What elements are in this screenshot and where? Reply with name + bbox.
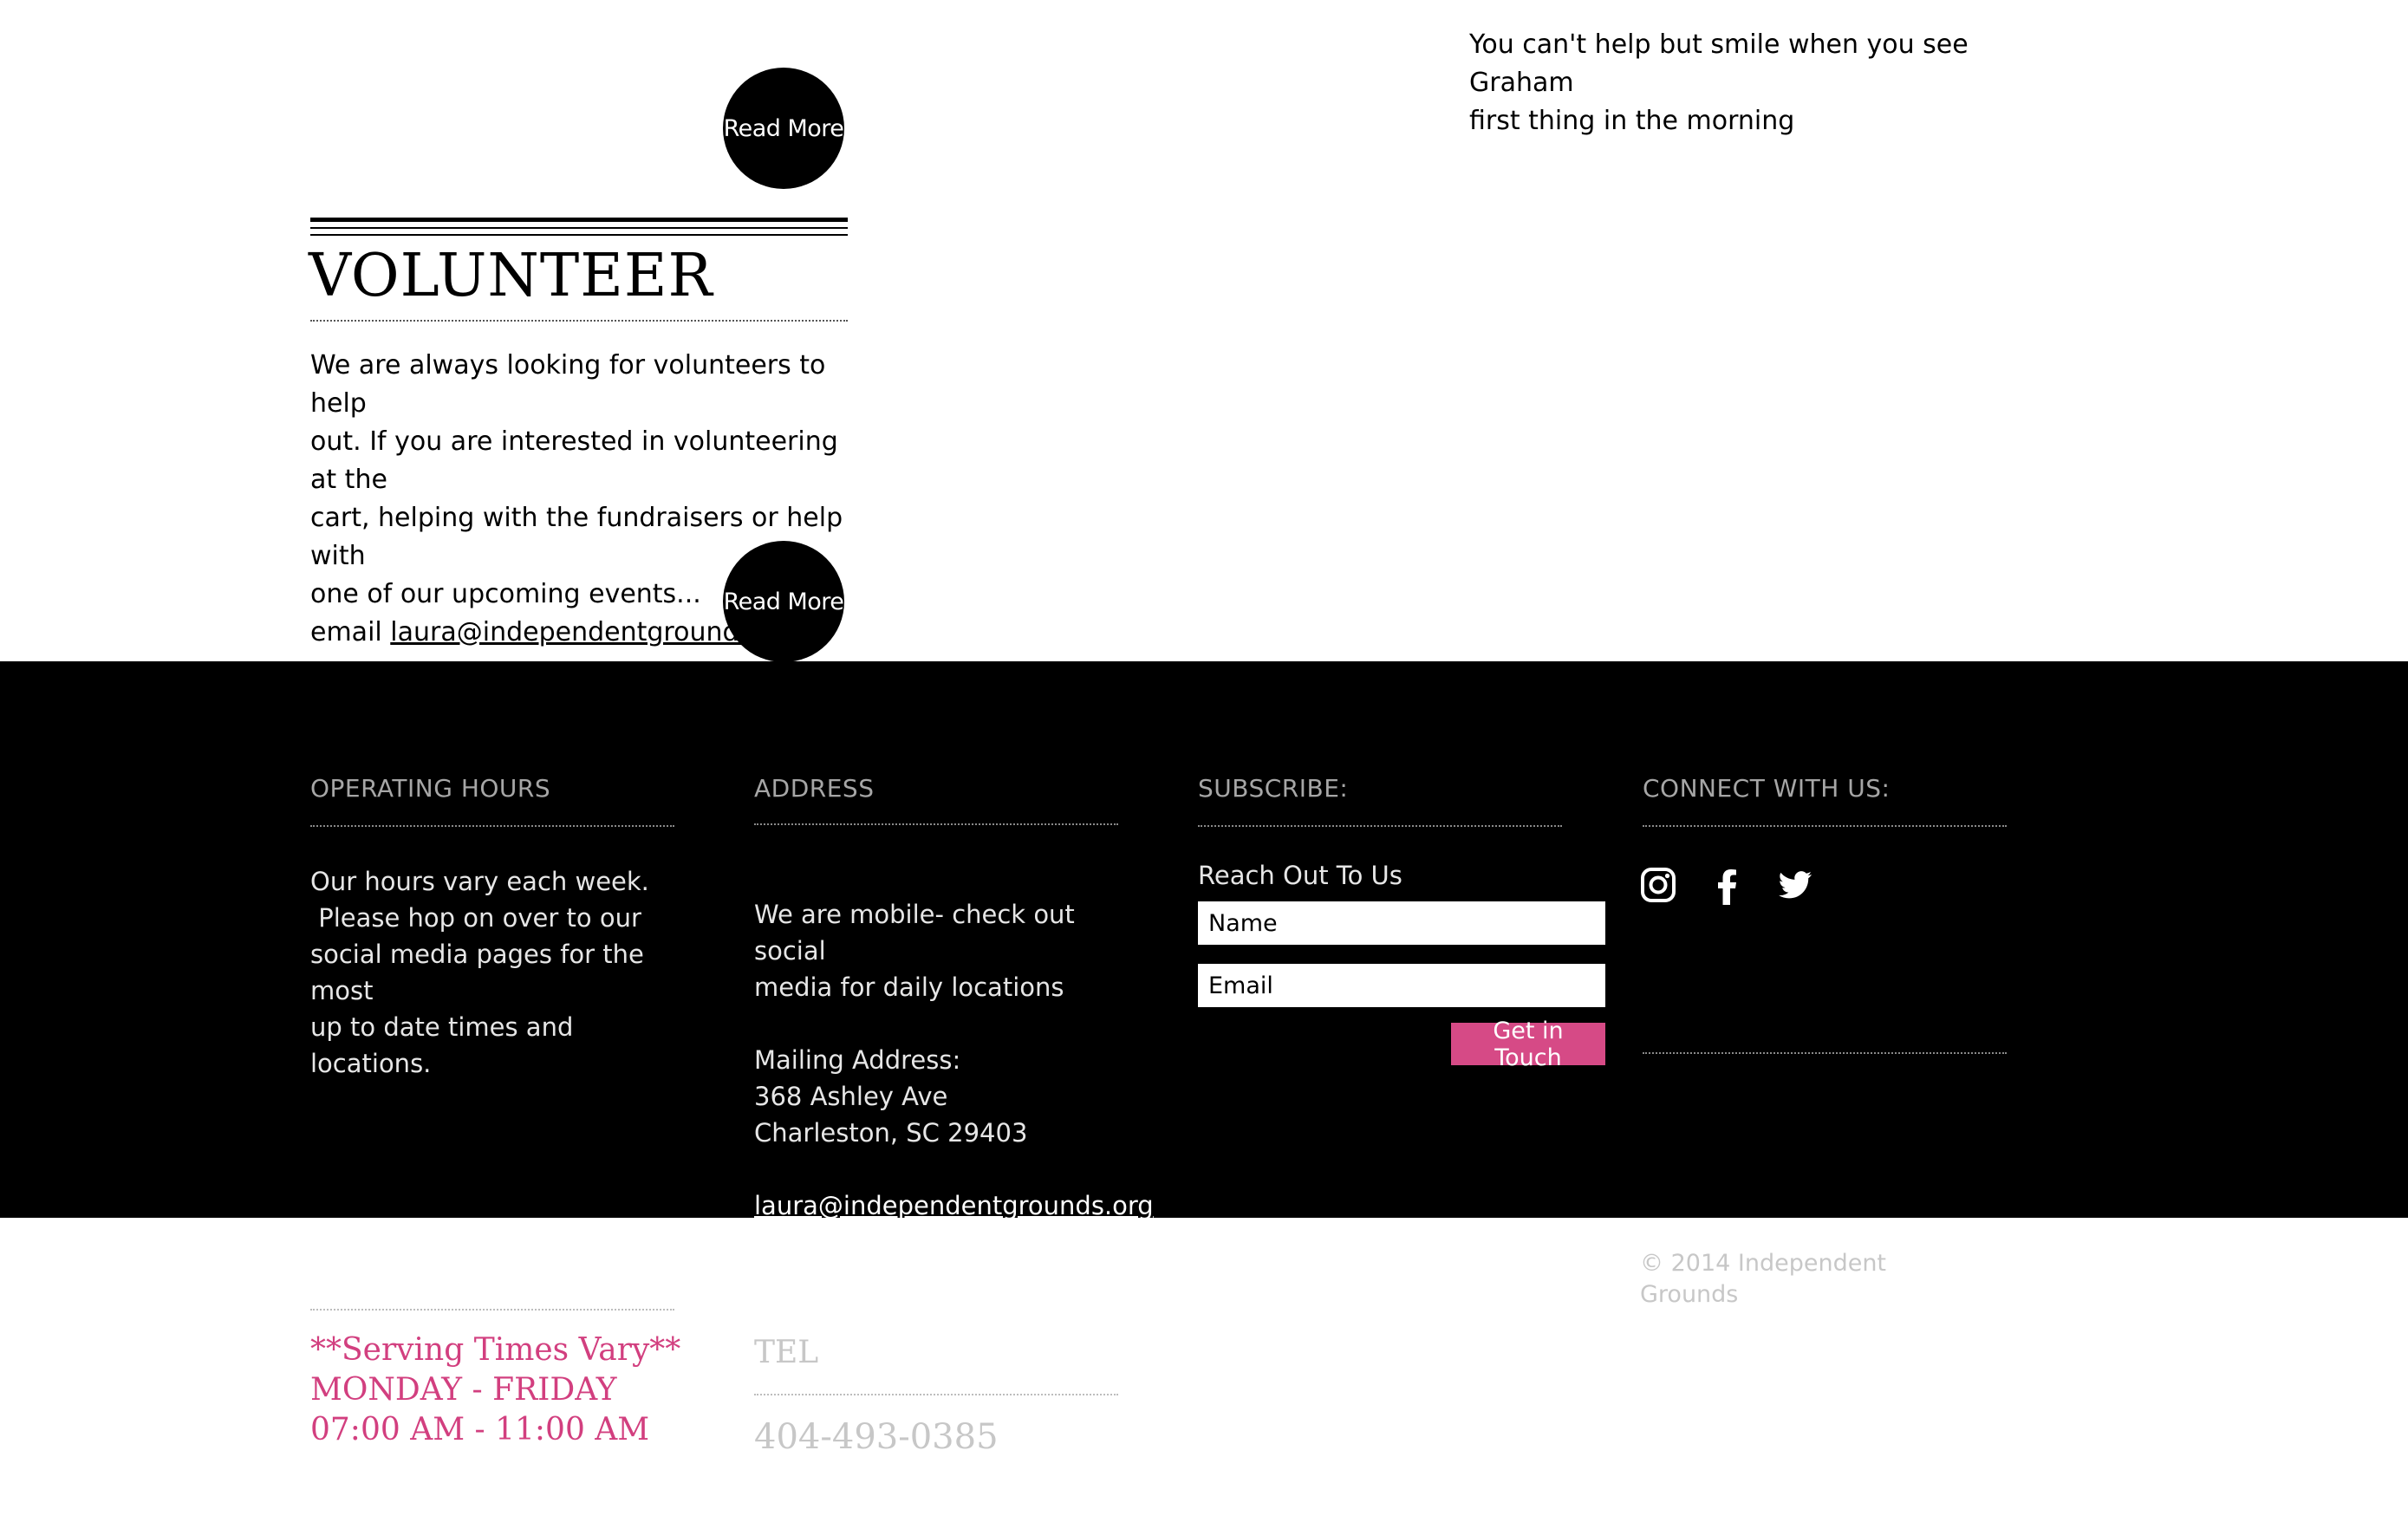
instagram-icon[interactable] xyxy=(1638,865,1678,905)
street: 368 Ashley Ave xyxy=(754,1082,948,1111)
email-field[interactable] xyxy=(1198,964,1605,1007)
title-rule-thin-1 xyxy=(310,227,848,229)
name-field[interactable] xyxy=(1198,901,1605,945)
hours-line: Please hop on over to our xyxy=(310,903,641,933)
operating-hours-heading: OPERATING HOURS xyxy=(310,774,551,803)
mailing-label: Mailing Address: xyxy=(754,1045,961,1075)
connect-bottom-divider xyxy=(1643,1052,2007,1054)
copyright: © 2014 Independent Grounds xyxy=(1640,1248,1935,1311)
serving-line: 07:00 AM - 11:00 AM xyxy=(310,1412,650,1447)
email-prefix: email xyxy=(310,617,391,647)
address-heading: ADDRESS xyxy=(754,774,875,803)
volunteer-divider xyxy=(310,320,848,322)
mobile-line: We are mobile- check out social xyxy=(754,900,1075,966)
serving-divider xyxy=(310,1309,674,1311)
tel-number[interactable]: 404-493-0385 xyxy=(754,1417,999,1457)
get-in-touch-button[interactable]: Get in Touch xyxy=(1451,1018,1605,1071)
serving-line: **Serving Times Vary** xyxy=(310,1332,681,1368)
subscribe-heading: SUBSCRIBE: xyxy=(1198,774,1349,803)
title-rule-thick xyxy=(310,218,848,222)
volunteer-heading: VOLUNTEER xyxy=(309,242,713,310)
copyright-line: © 2014 Independent xyxy=(1640,1250,1887,1277)
connect-heading: CONNECT WITH US: xyxy=(1643,774,1891,803)
facebook-icon[interactable] xyxy=(1708,865,1747,905)
title-rule-thin-2 xyxy=(310,234,848,236)
connect-divider xyxy=(1643,825,2007,827)
testimonial-quote: You can't help but smile when you see Gr… xyxy=(1469,26,2024,140)
copyright-line: Grounds xyxy=(1640,1281,1739,1308)
serving-times: **Serving Times Vary** MONDAY - FRIDAY 0… xyxy=(310,1330,680,1450)
subscribe-divider xyxy=(1198,825,1562,827)
hours-line: up to date times and locations. xyxy=(310,1012,574,1078)
twitter-icon[interactable] xyxy=(1775,865,1815,905)
hours-line: social media pages for the most xyxy=(310,940,644,1005)
address-divider xyxy=(754,823,1118,825)
tel-divider xyxy=(754,1394,1118,1395)
operating-hours-text: Our hours vary each week. Please hop on … xyxy=(310,863,692,1082)
mobile-line: media for daily locations xyxy=(754,972,1064,1002)
volunteer-line: We are always looking for volunteers to … xyxy=(310,350,826,419)
address-text: We are mobile- check out social media fo… xyxy=(754,896,1154,1224)
quote-line: You can't help but smile when you see Gr… xyxy=(1469,29,1969,98)
hours-line: Our hours vary each week. xyxy=(310,867,649,896)
operating-hours-divider xyxy=(310,825,674,827)
city: Charleston, SC 29403 xyxy=(754,1118,1028,1148)
serving-line: MONDAY - FRIDAY xyxy=(310,1372,617,1408)
read-more-button-volunteer[interactable]: Read More xyxy=(723,541,844,662)
volunteer-line: out. If you are interested in volunteeri… xyxy=(310,426,838,495)
read-more-button-top[interactable]: Read More xyxy=(723,68,844,189)
quote-line: first thing in the morning xyxy=(1469,106,1795,136)
tel-heading: TEL xyxy=(754,1335,819,1370)
reach-out-label: Reach Out To Us xyxy=(1198,861,1402,890)
address-email-link[interactable]: laura@independentgrounds.org xyxy=(754,1191,1154,1220)
